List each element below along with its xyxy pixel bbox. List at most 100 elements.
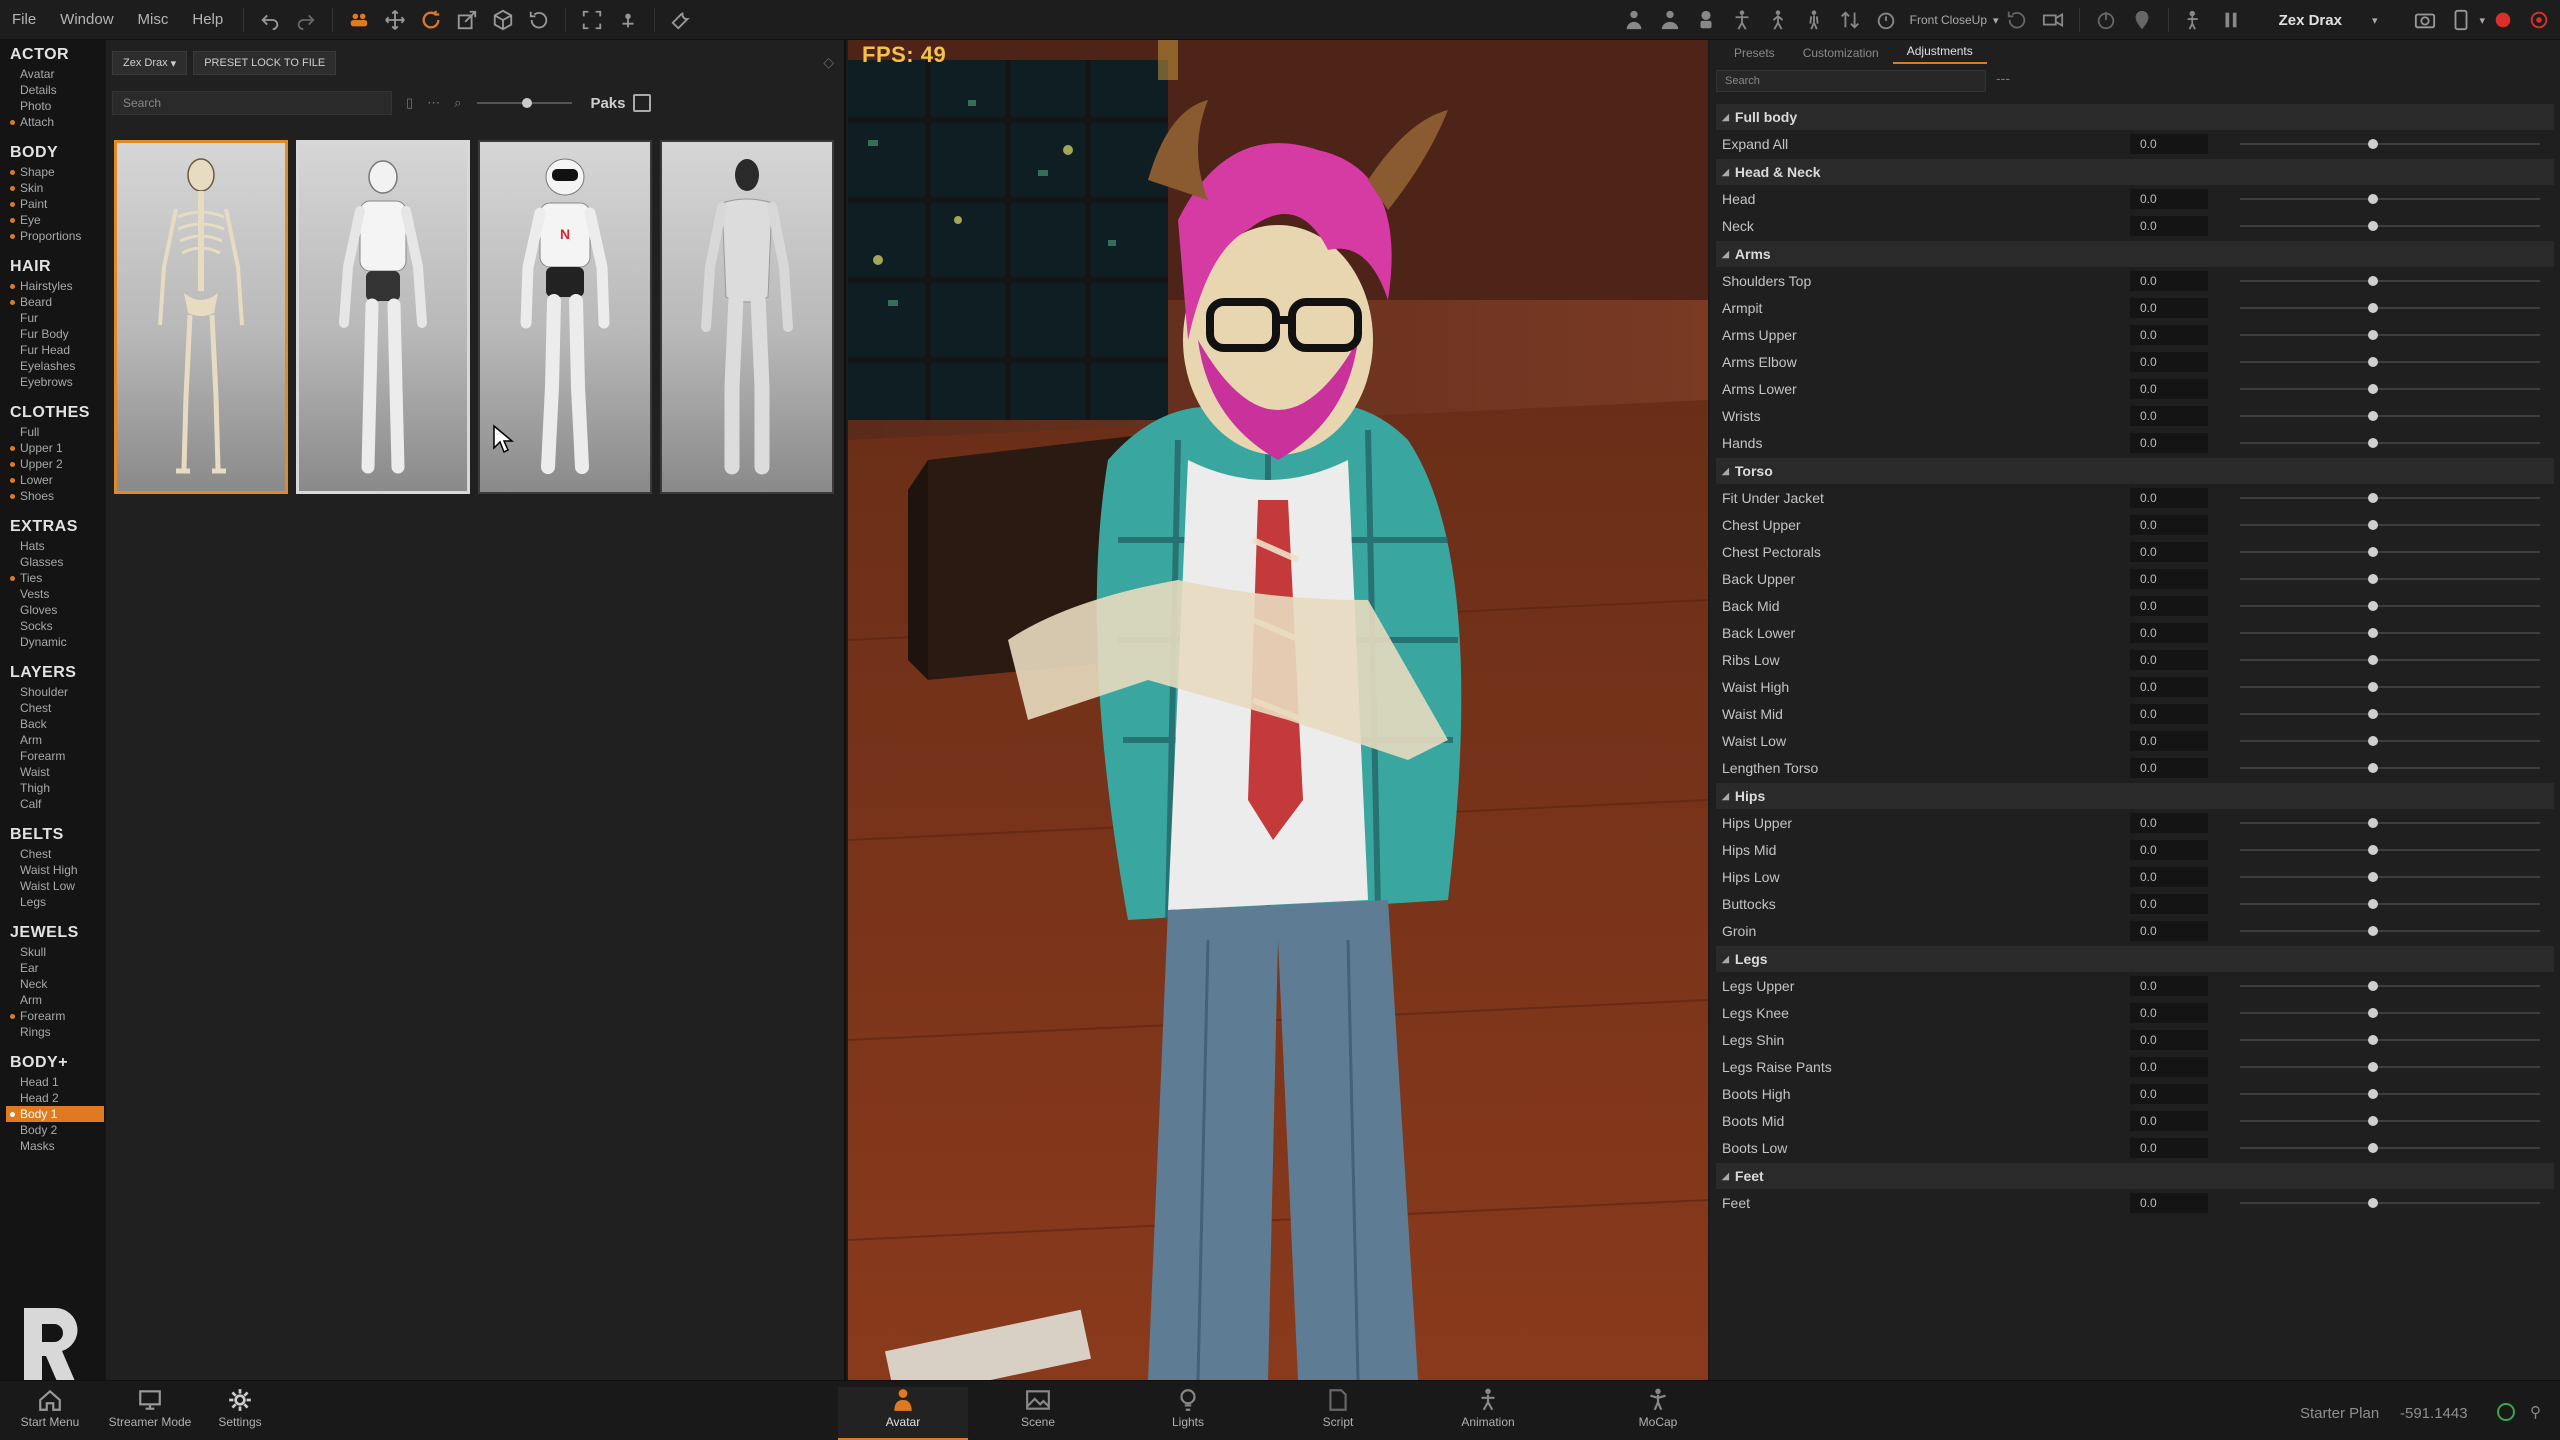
param-slider-track[interactable]: [2240, 632, 2540, 634]
param-value-field[interactable]: 0.0: [2130, 839, 2208, 860]
mode-avatar-button[interactable]: Avatar: [838, 1387, 968, 1440]
param-slider-track[interactable]: [2240, 280, 2540, 282]
param-slider-track[interactable]: [2240, 1120, 2540, 1122]
tab-customization[interactable]: Customization: [1789, 46, 1893, 64]
nav-item-eye[interactable]: Eye: [10, 212, 106, 228]
param-value-field[interactable]: 0.0: [2130, 324, 2208, 345]
nav-item-neck[interactable]: Neck: [10, 976, 106, 992]
param-slider-track[interactable]: [2240, 767, 2540, 769]
param-value-field[interactable]: 0.0: [2130, 432, 2208, 453]
collapse-triangle-icon[interactable]: ◢: [1722, 466, 1729, 477]
nav-item-chest[interactable]: Chest: [10, 846, 106, 862]
param-value-field[interactable]: 0.0: [2130, 866, 2208, 887]
redo-icon[interactable]: [293, 7, 319, 33]
param-slider-knob[interactable]: [2368, 845, 2378, 855]
param-slider-knob[interactable]: [2368, 520, 2378, 530]
param-slider-track[interactable]: [2240, 578, 2540, 580]
param-slider-track[interactable]: [2240, 985, 2540, 987]
param-slider-track[interactable]: [2240, 225, 2540, 227]
param-slider-knob[interactable]: [2368, 709, 2378, 719]
param-slider-track[interactable]: [2240, 334, 2540, 336]
nav-heading[interactable]: JEWELS: [10, 924, 106, 942]
more-options-icon[interactable]: ---: [1996, 70, 2010, 86]
tab-adjustments[interactable]: Adjustments: [1892, 44, 1987, 64]
param-slider-knob[interactable]: [2368, 1143, 2378, 1153]
nav-heading[interactable]: BODY+: [10, 1054, 106, 1072]
user-name[interactable]: Zex Drax: [2279, 12, 2342, 29]
nav-item-waist[interactable]: Waist: [10, 764, 106, 780]
paks-label[interactable]: Paks: [590, 95, 625, 112]
param-value-field[interactable]: 0.0: [2130, 1137, 2208, 1158]
param-slider-knob[interactable]: [2368, 1116, 2378, 1126]
mocap-person-icon[interactable]: [2182, 7, 2208, 33]
param-slider-knob[interactable]: [2368, 574, 2378, 584]
adjustments-search-input[interactable]: Search: [1716, 70, 1986, 92]
camera-preset-select[interactable]: Front CloseUp: [1910, 13, 1987, 27]
param-slider-track[interactable]: [2240, 930, 2540, 932]
param-slider-knob[interactable]: [2368, 926, 2378, 936]
param-value-field[interactable]: 0.0: [2130, 487, 2208, 508]
param-value-field[interactable]: 0.0: [2130, 133, 2208, 154]
param-value-field[interactable]: 0.0: [2130, 188, 2208, 209]
thumbnail-robot-white[interactable]: [296, 140, 470, 494]
param-slider-knob[interactable]: [2368, 628, 2378, 638]
param-slider-knob[interactable]: [2368, 736, 2378, 746]
nav-heading[interactable]: LAYERS: [10, 664, 106, 682]
param-slider-knob[interactable]: [2368, 655, 2378, 665]
param-slider-knob[interactable]: [2368, 763, 2378, 773]
section-header[interactable]: ◢ Arms: [1716, 241, 2554, 267]
collapse-triangle-icon[interactable]: ◢: [1722, 954, 1729, 965]
nav-item-arm[interactable]: Arm: [10, 992, 106, 1008]
nav-item-photo[interactable]: Photo: [10, 98, 106, 114]
param-value-field[interactable]: 0.0: [2130, 1002, 2208, 1023]
param-slider-knob[interactable]: [2368, 276, 2378, 286]
param-slider-track[interactable]: [2240, 822, 2540, 824]
slider-knob[interactable]: [522, 98, 533, 108]
undo-icon[interactable]: [257, 7, 283, 33]
nav-item-hairstyles[interactable]: Hairstyles: [10, 278, 106, 294]
param-value-field[interactable]: 0.0: [2130, 297, 2208, 318]
param-slider-track[interactable]: [2240, 442, 2540, 444]
nav-item-full[interactable]: Full: [10, 424, 106, 440]
actors-icon[interactable]: [346, 7, 372, 33]
nav-item-arm[interactable]: Arm: [10, 732, 106, 748]
param-slider-track[interactable]: [2240, 388, 2540, 390]
param-slider-track[interactable]: [2240, 1039, 2540, 1041]
param-slider-track[interactable]: [2240, 1066, 2540, 1068]
param-value-field[interactable]: 0.0: [2130, 1029, 2208, 1050]
param-slider-track[interactable]: [2240, 1202, 2540, 1204]
nav-item-socks[interactable]: Socks: [10, 618, 106, 634]
collapse-triangle-icon[interactable]: ◢: [1722, 167, 1729, 178]
section-header[interactable]: ◢ Legs: [1716, 946, 2554, 972]
thumbnail-size-slider[interactable]: [477, 98, 573, 108]
pause-icon[interactable]: [2218, 7, 2244, 33]
nav-item-body-2[interactable]: Body 2: [10, 1122, 106, 1138]
pose-i-icon[interactable]: [1801, 7, 1827, 33]
param-value-field[interactable]: 0.0: [2130, 378, 2208, 399]
param-slider-knob[interactable]: [2368, 1035, 2378, 1045]
param-value-field[interactable]: 0.0: [2130, 703, 2208, 724]
mode-lights-button[interactable]: Lights: [1138, 1387, 1238, 1437]
section-header[interactable]: ◢ Hips: [1716, 783, 2554, 809]
zoom-icon[interactable]: ⌕: [454, 95, 461, 111]
sort-icon[interactable]: [1837, 7, 1863, 33]
param-slider-track[interactable]: [2240, 1147, 2540, 1149]
param-value-field[interactable]: 0.0: [2130, 649, 2208, 670]
param-slider-track[interactable]: [2240, 849, 2540, 851]
param-value-field[interactable]: 0.0: [2130, 975, 2208, 996]
param-value-field[interactable]: 0.0: [2130, 1056, 2208, 1077]
param-value-field[interactable]: 0.0: [2130, 676, 2208, 697]
pose-t-icon[interactable]: [1765, 7, 1791, 33]
nav-item-glasses[interactable]: Glasses: [10, 554, 106, 570]
nav-item-skull[interactable]: Skull: [10, 944, 106, 960]
nav-item-proportions[interactable]: Proportions: [10, 228, 106, 244]
nav-item-thigh[interactable]: Thigh: [10, 780, 106, 796]
nav-item-waist-high[interactable]: Waist High: [10, 862, 106, 878]
nav-item-chest[interactable]: Chest: [10, 700, 106, 716]
param-value-field[interactable]: 0.0: [2130, 730, 2208, 751]
nav-item-gloves[interactable]: Gloves: [10, 602, 106, 618]
param-slider-knob[interactable]: [2368, 438, 2378, 448]
move-icon[interactable]: [382, 7, 408, 33]
param-value-field[interactable]: 0.0: [2130, 568, 2208, 589]
param-slider-knob[interactable]: [2368, 547, 2378, 557]
